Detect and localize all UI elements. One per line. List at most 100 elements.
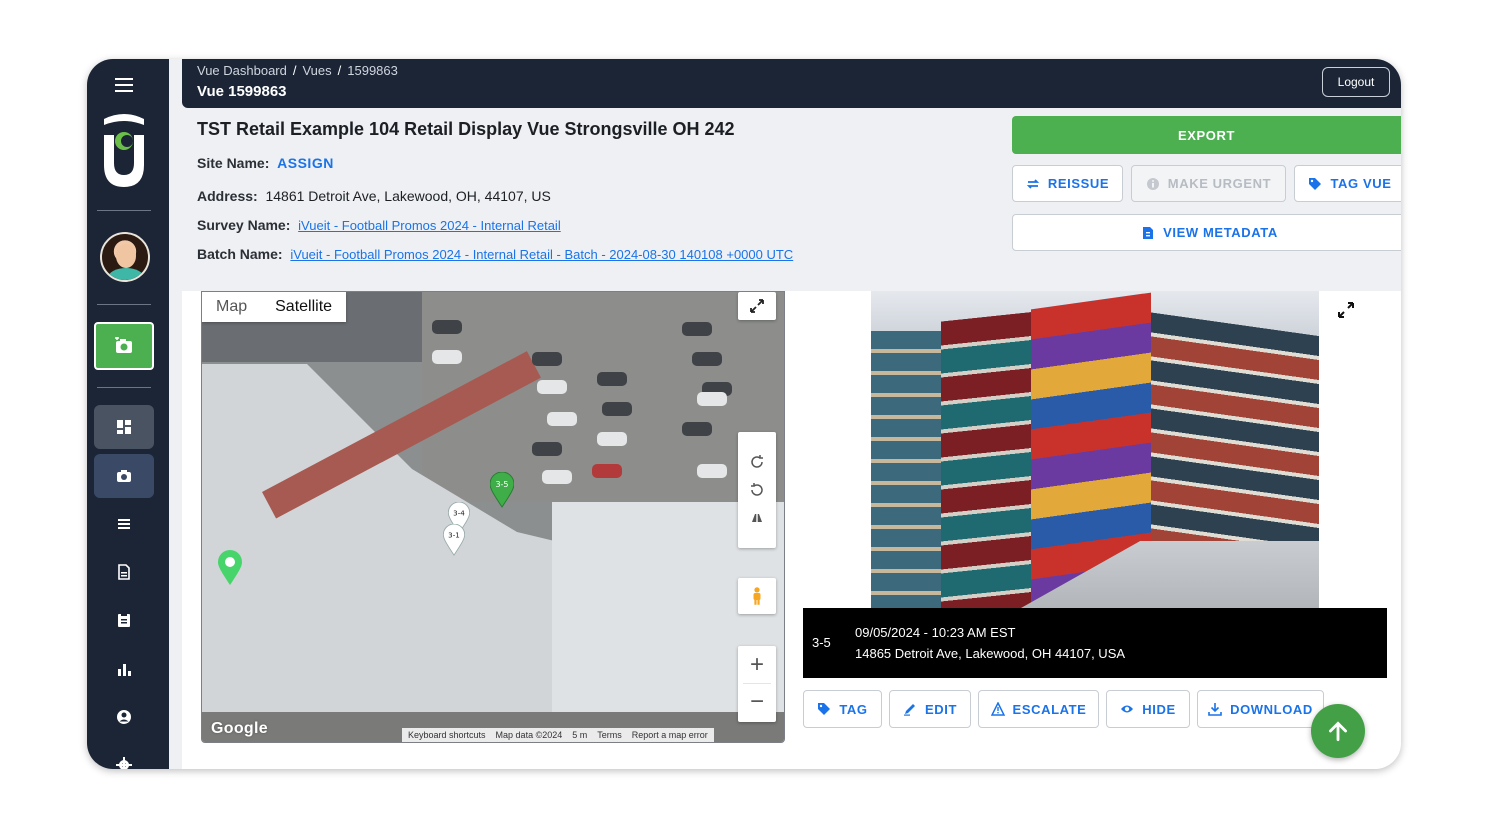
edit-icon [903,704,915,716]
photo-datetime: 09/05/2024 - 10:23 AM EST [855,625,1016,640]
map-view[interactable]: Map Satellite + − 3-5 3-4 3-1 Google Key… [201,291,785,743]
map-type-tabs: Map Satellite [202,292,347,322]
logout-button[interactable]: Logout [1322,67,1390,97]
tab-satellite[interactable]: Satellite [261,292,346,322]
document-icon [118,564,130,580]
map-marker-3-5[interactable]: 3-5 [489,471,515,513]
camera-icon [117,470,131,482]
sidebar-divider [97,210,151,211]
list-icon [118,519,130,529]
sidebar-item-documents[interactable] [94,550,154,594]
tab-map[interactable]: Map [202,292,261,322]
sidebar [87,59,169,769]
download-button[interactable]: DOWNLOAD [1197,690,1324,728]
address-row: Address: 14861 Detroit Ave, Lakewood, OH… [197,188,551,204]
map-tilt-controls [738,432,776,548]
terms-link[interactable]: Terms [597,730,622,740]
zoom-out-button[interactable]: − [743,684,771,722]
rotate-clockwise-icon[interactable] [749,454,765,470]
tag-button[interactable]: TAG [803,690,882,728]
escalate-button[interactable]: ESCALATE [978,690,1099,728]
fullscreen-icon [750,299,764,313]
edit-button[interactable]: EDIT [889,690,971,728]
avatar[interactable] [100,232,150,282]
map-scale[interactable]: 5 m [572,730,587,740]
map-marker-3-1[interactable]: 3-1 [442,523,466,561]
download-label: DOWNLOAD [1230,701,1313,717]
tag-vue-button[interactable]: TAG VUE [1294,165,1401,202]
batch-link[interactable]: iVueit - Football Promos 2024 - Internal… [290,247,793,262]
photo-caption: 3-5 09/05/2024 - 10:23 AM EST 14865 Detr… [803,608,1387,678]
batch-row: Batch Name: iVueit - Football Promos 202… [197,246,793,262]
expand-photo-icon[interactable] [1337,301,1355,319]
site-row: Site Name: ASSIGN [197,155,334,171]
sidebar-divider [97,304,151,305]
scroll-to-top-button[interactable] [1311,704,1365,758]
make-urgent-button[interactable]: MAKE URGENT [1131,165,1286,202]
sidebar-item-vues[interactable] [94,454,154,498]
add-camera-icon [115,337,132,353]
hide-label: HIDE [1142,701,1176,717]
info-icon [1146,177,1159,190]
site-label: Site Name: [197,155,270,171]
sidebar-item-list[interactable] [94,502,154,546]
breadcrumb-current: 1599863 [347,63,398,78]
breadcrumb: Vue Dashboard / Vues/1599863 [197,63,398,78]
view-metadata-button[interactable]: VIEW METADATA [1012,214,1401,251]
report-map-error-link[interactable]: Report a map error [632,730,708,740]
file-info-icon [1143,226,1154,239]
sidebar-item-settings[interactable] [94,743,154,769]
tag-vue-label: TAG VUE [1330,176,1392,191]
reissue-label: REISSUE [1047,176,1110,191]
vue-name: TST Retail Example 104 Retail Display Vu… [197,119,735,139]
make-urgent-label: MAKE URGENT [1167,176,1272,191]
keyboard-shortcuts-link[interactable]: Keyboard shortcuts [408,730,486,740]
street-view-pegman[interactable] [738,578,776,614]
vue-photo[interactable] [871,291,1319,608]
page-title: Vue 1599863 [197,83,287,100]
sidebar-item-reports[interactable] [94,647,154,691]
svg-text:3-1: 3-1 [448,530,460,539]
add-photo-button[interactable] [94,322,154,370]
view-metadata-label: VIEW METADATA [1163,225,1278,240]
survey-link[interactable]: iVueit - Football Promos 2024 - Internal… [298,218,561,233]
tag-icon [1309,177,1322,190]
survey-row: Survey Name: iVueit - Football Promos 20… [197,217,561,233]
clipboard-icon [118,613,130,627]
sidebar-item-dashboard[interactable] [94,405,154,449]
sidebar-item-surveys[interactable] [94,598,154,642]
assign-site-link[interactable]: ASSIGN [277,155,334,171]
dashboard-icon [117,420,131,434]
tilt-icon[interactable] [749,510,765,526]
escalate-label: ESCALATE [1012,701,1087,717]
zoom-in-button[interactable]: + [743,646,771,684]
eye-icon [1121,705,1134,713]
map-zoom-controls: + − [738,646,776,722]
sidebar-divider [97,387,151,388]
menu-icon[interactable] [113,75,135,95]
repeat-icon [1026,178,1040,189]
app-logo-icon [100,111,148,191]
arrow-up-icon [1329,721,1347,742]
photo-label: 3-5 [812,635,831,650]
location-pin-icon[interactable] [218,550,242,591]
header-bar: Vue Dashboard / Vues/1599863 Vue 1599863 L… [182,59,1401,108]
reissue-button[interactable]: REISSUE [1012,165,1123,202]
app-window: Vue Dashboard / Vues/1599863 Vue 1599863 L… [87,59,1401,769]
sidebar-item-account[interactable] [94,695,154,739]
svg-text:3-4: 3-4 [453,508,465,517]
breadcrumb-dashboard[interactable]: Vue Dashboard [197,63,287,78]
breadcrumb-vues[interactable]: Vues [302,63,331,78]
svg-text:3-5: 3-5 [495,480,508,489]
map-fullscreen-button[interactable] [738,292,776,320]
rotate-counterclockwise-icon[interactable] [749,482,765,498]
survey-label: Survey Name: [197,217,291,233]
warning-icon [990,702,1005,716]
photo-address: 14865 Detroit Ave, Lakewood, OH 44107, U… [855,646,1126,661]
download-icon [1208,703,1222,716]
hide-button[interactable]: HIDE [1106,690,1190,728]
edit-label: EDIT [924,701,957,717]
export-button[interactable]: EXPORT [1012,116,1401,154]
address-label: Address: [197,188,258,204]
map-data-text: Map data ©2024 [495,730,563,740]
